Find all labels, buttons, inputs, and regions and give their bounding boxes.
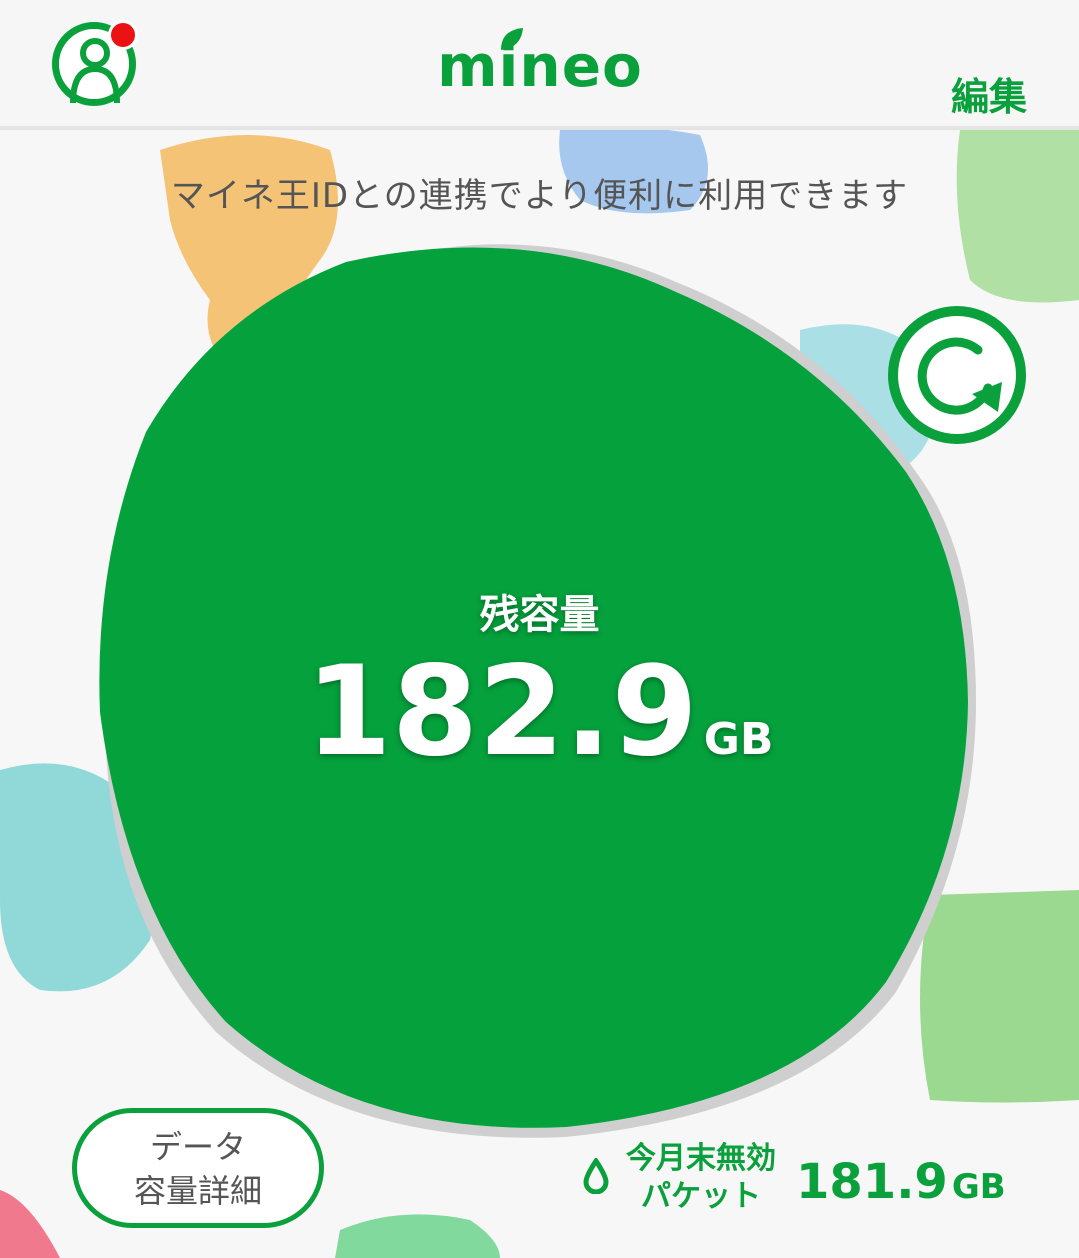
refresh-button[interactable] [888, 306, 1026, 444]
expiring-value: 181.9 GB [796, 1154, 1006, 1210]
refresh-icon [917, 337, 1002, 415]
notification-dot [108, 20, 138, 50]
detail-button-line1: データ [149, 1128, 246, 1166]
remaining-unit: GB [703, 714, 774, 765]
data-detail-button[interactable]: データ 容量詳細 [72, 1108, 324, 1228]
expiring-number: 181.9 [796, 1154, 948, 1210]
mineo-logo: mineo [437, 32, 643, 100]
drop-icon [583, 1158, 609, 1194]
remaining-value: 182.9 GB [0, 640, 1079, 784]
expiring-label-line2: パケット [641, 1179, 761, 1214]
remaining-number: 182.9 [305, 640, 698, 784]
logo-leaf-icon [501, 28, 523, 50]
expiring-label-line1: 今月末無効 [626, 1141, 776, 1176]
expiring-unit: GB [951, 1167, 1006, 1207]
app-header: mineo 編集 [0, 0, 1079, 130]
expiring-label: 今月末無効 パケット [616, 1140, 786, 1216]
edit-button[interactable]: 編集 [951, 66, 1027, 121]
id-link-banner[interactable]: マイネ王IDとの連携でより便利に利用できます [0, 168, 1079, 217]
remaining-label: 残容量 [479, 592, 600, 638]
detail-button-line2: 容量詳細 [133, 1172, 262, 1210]
